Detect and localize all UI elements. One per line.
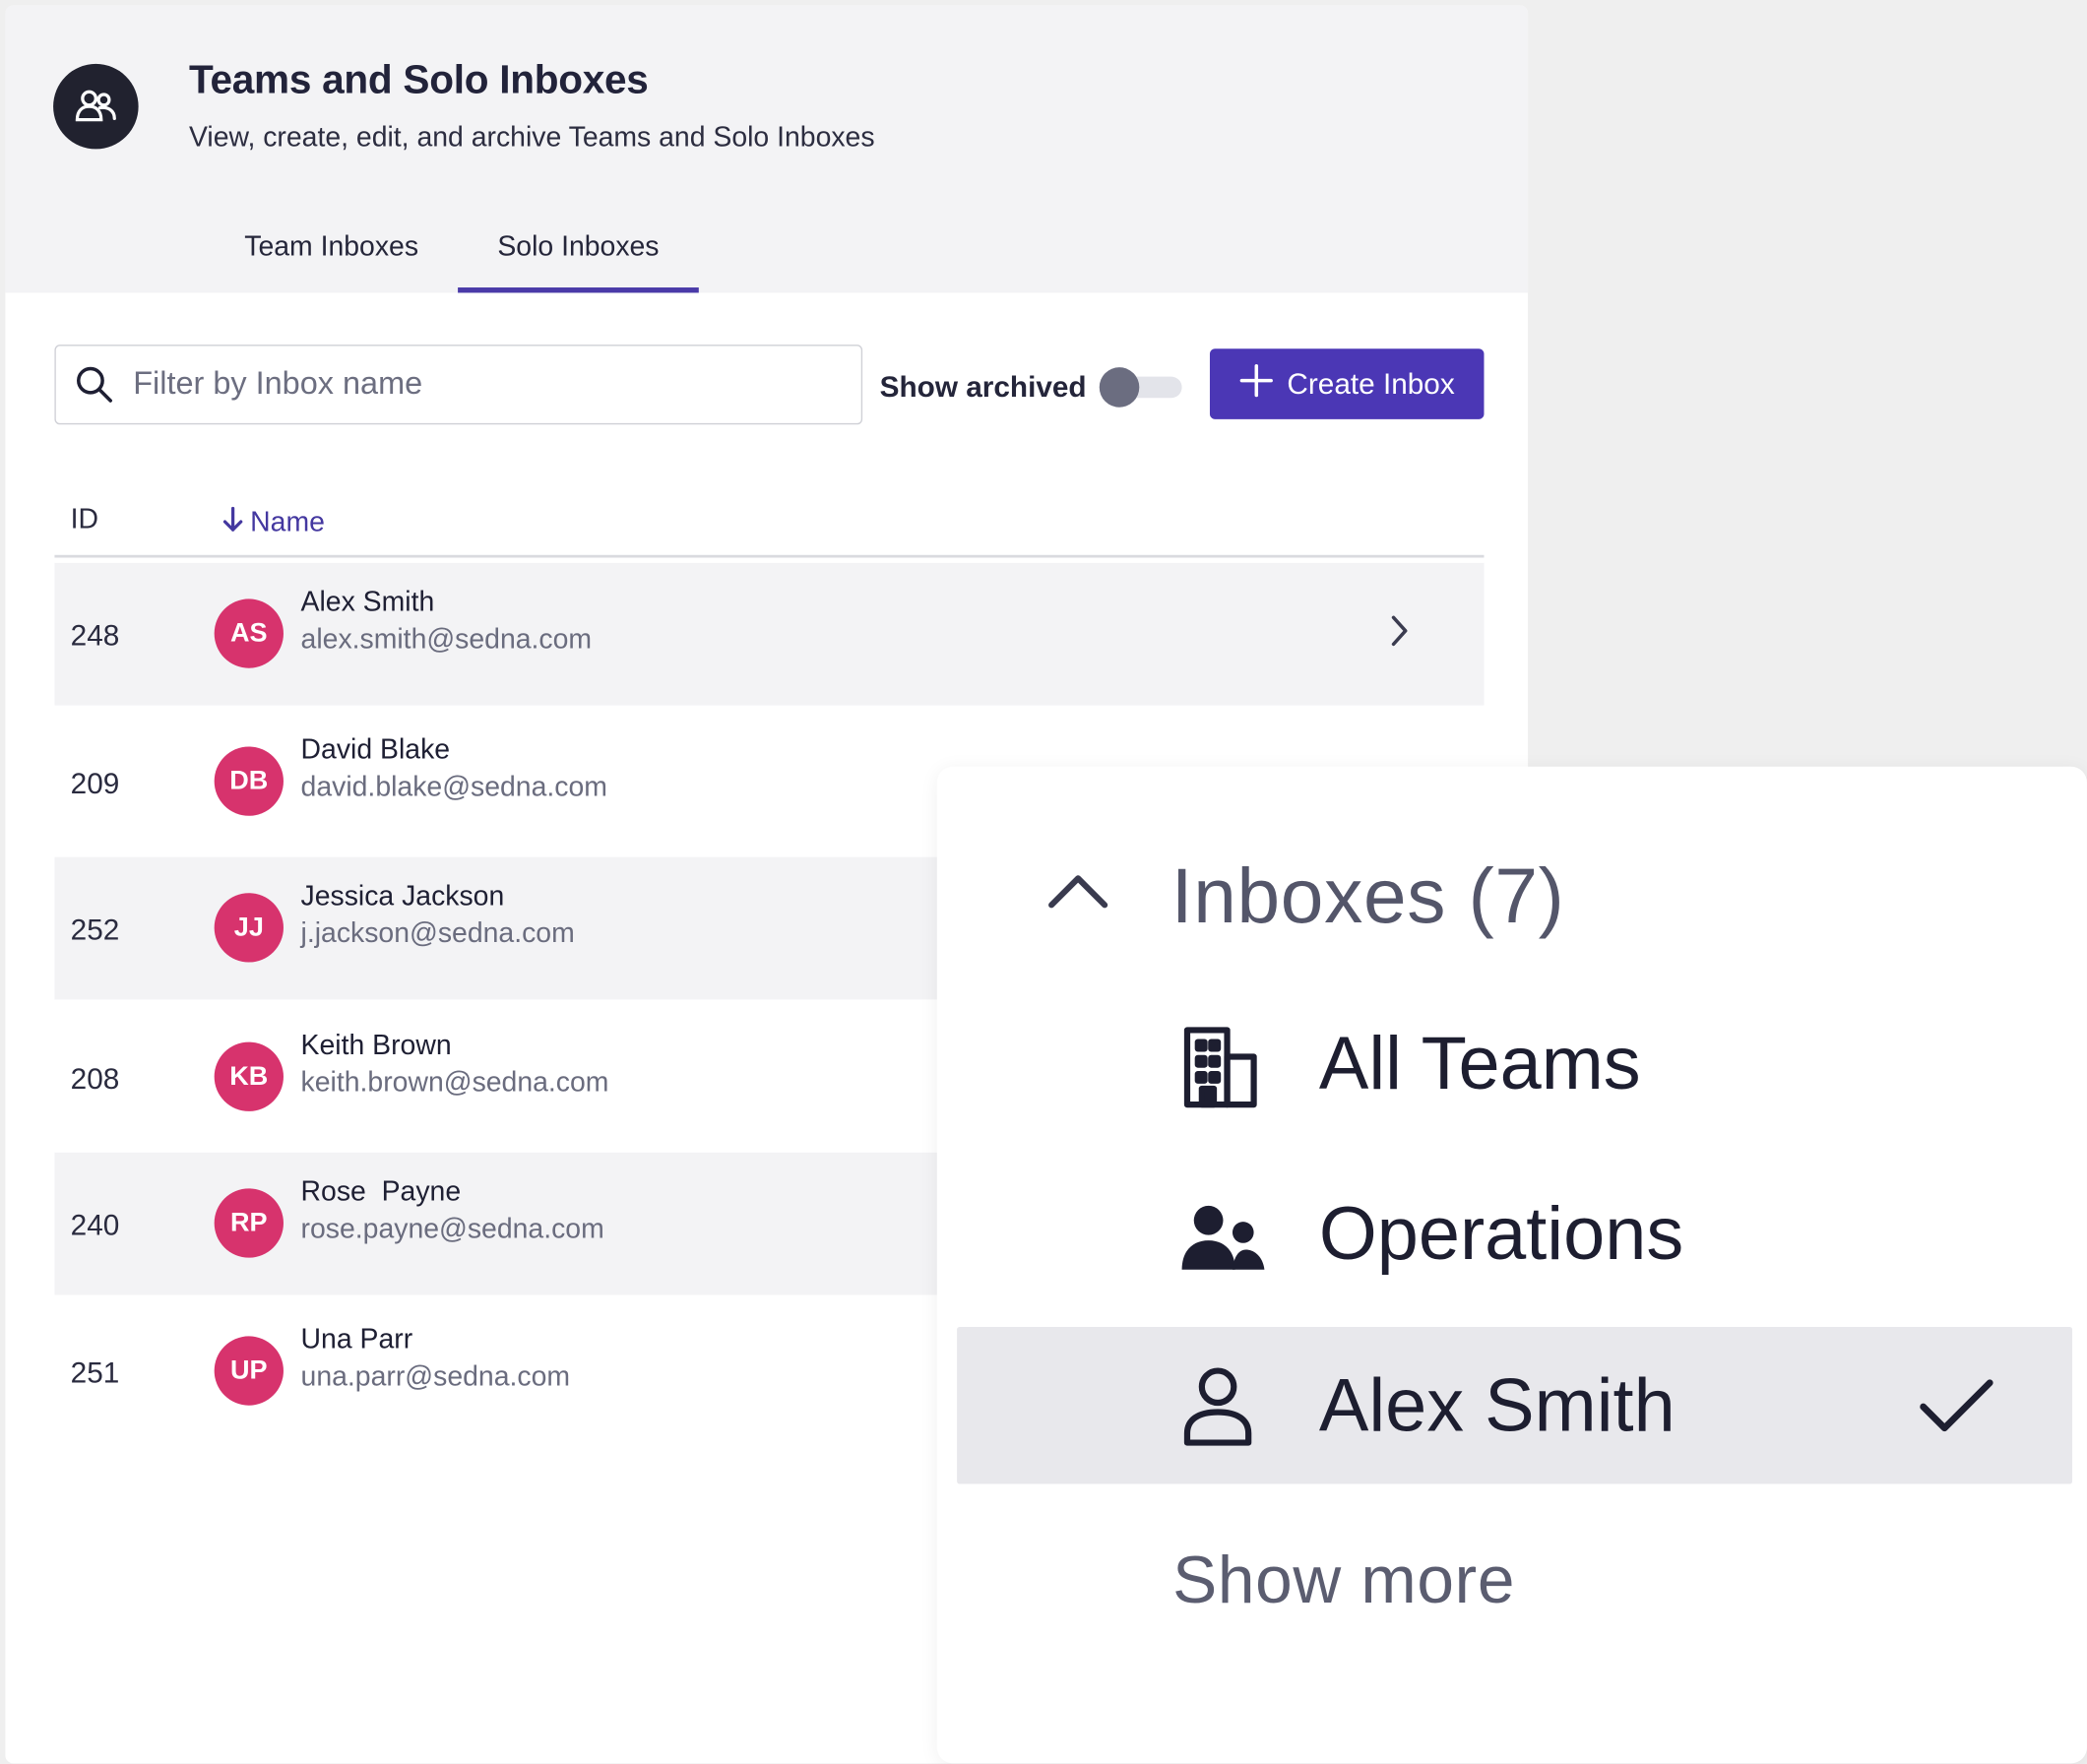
team-icon: [1179, 1203, 1267, 1279]
row-email: j.jackson@sedna.com: [300, 917, 575, 949]
create-inbox-button[interactable]: Create Inbox: [1209, 348, 1485, 419]
avatar: KB: [214, 1041, 284, 1111]
avatar: AS: [214, 598, 284, 668]
row-name: Jessica Jackson: [300, 881, 505, 913]
search-box[interactable]: [54, 345, 863, 425]
row-email: alex.smith@sedna.com: [300, 624, 593, 656]
inbox-switcher-dropdown: Inboxes (7) All Teams Operations Alex Sm…: [936, 766, 2087, 1764]
row-name: David Blake: [300, 734, 451, 766]
row-email: keith.brown@sedna.com: [300, 1067, 609, 1099]
show-more-link[interactable]: Show more: [1172, 1542, 1515, 1618]
dropdown-item-alex-smith[interactable]: Alex Smith: [937, 1326, 2087, 1484]
plus-icon: [1239, 362, 1274, 405]
row-name: Keith Brown: [300, 1030, 452, 1061]
dropdown-item-operations[interactable]: Operations: [937, 1158, 2087, 1315]
screen: Teams and Solo Inboxes View, create, edi…: [0, 0, 2087, 1764]
dropdown-item-all-teams[interactable]: All Teams: [937, 987, 2087, 1145]
toggle-knob: [1099, 367, 1140, 408]
dropdown-item-label: All Teams: [1318, 1020, 1641, 1105]
column-header-id[interactable]: ID: [71, 504, 98, 536]
people-icon: [53, 63, 139, 150]
sort-down-arrow-icon: [221, 504, 244, 541]
tab-team-inboxes[interactable]: Team Inboxes: [219, 205, 445, 292]
row-id: 240: [70, 1208, 120, 1242]
table-divider: [54, 554, 1485, 558]
column-header-name-label: Name: [250, 507, 325, 538]
search-icon: [75, 364, 115, 405]
avatar: UP: [214, 1336, 284, 1406]
check-icon: [1917, 1375, 1996, 1443]
search-input[interactable]: [133, 365, 773, 404]
dropdown-item-label: Operations: [1318, 1191, 1684, 1276]
avatar: RP: [214, 1188, 284, 1258]
user-icon: [1179, 1367, 1256, 1454]
create-inbox-label: Create Inbox: [1287, 366, 1455, 401]
avatar: JJ: [214, 893, 284, 963]
row-id: 209: [70, 766, 120, 800]
table-row[interactable]: 248 AS Alex Smith alex.smith@sedna.com: [54, 562, 1485, 706]
avatar: DB: [214, 746, 284, 816]
chevron-up-icon[interactable]: [1046, 870, 1110, 916]
building-icon: [1179, 1025, 1265, 1116]
row-id: 248: [70, 618, 120, 653]
show-archived-toggle[interactable]: [1099, 367, 1185, 408]
row-email: david.blake@sedna.com: [300, 772, 607, 803]
dropdown-title[interactable]: Inboxes (7): [1171, 851, 1565, 941]
panel-header: Teams and Solo Inboxes View, create, edi…: [5, 5, 1529, 293]
dropdown-item-label: Alex Smith: [1318, 1362, 1676, 1447]
row-id: 208: [70, 1061, 120, 1096]
row-email: rose.payne@sedna.com: [300, 1214, 604, 1245]
show-archived-label: Show archived: [879, 369, 1087, 404]
page-title: Teams and Solo Inboxes: [188, 58, 649, 103]
tab-solo-inboxes[interactable]: Solo Inboxes: [458, 205, 699, 293]
row-email: una.parr@sedna.com: [300, 1361, 571, 1393]
page-subtitle: View, create, edit, and archive Teams an…: [188, 122, 875, 154]
row-id: 251: [70, 1355, 120, 1390]
row-id: 252: [70, 913, 120, 947]
row-name: Alex Smith: [300, 587, 435, 618]
row-name: Rose Payne: [300, 1176, 462, 1208]
row-name: Una Parr: [300, 1324, 413, 1355]
chevron-right-icon[interactable]: [1388, 613, 1410, 655]
column-header-name[interactable]: Name: [221, 504, 325, 541]
